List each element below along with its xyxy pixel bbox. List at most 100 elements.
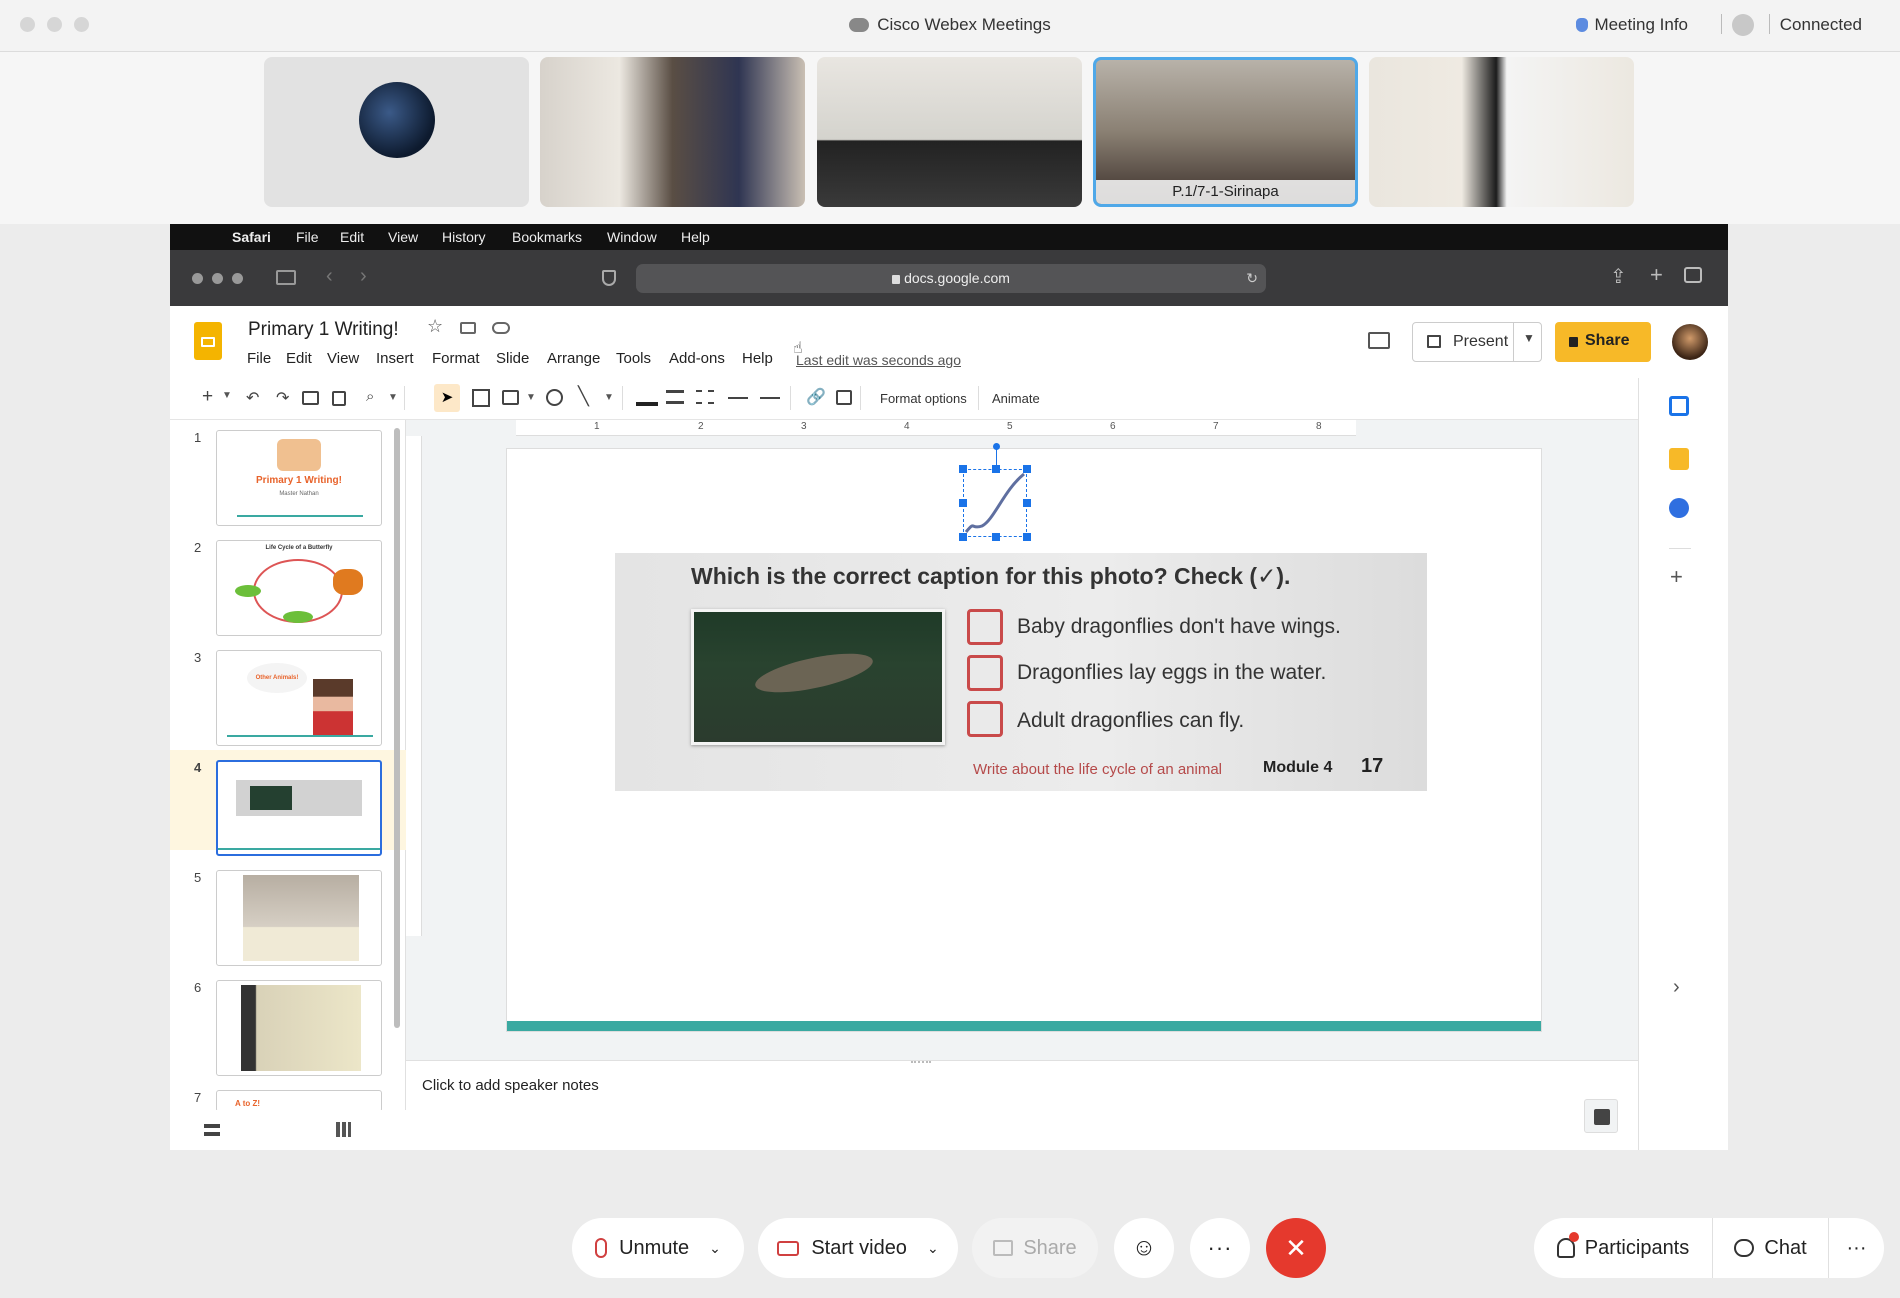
slides-menu-slide[interactable]: Slide [496, 350, 529, 367]
slides-menu-edit[interactable]: Edit [286, 350, 312, 367]
select-tool-icon[interactable]: ➤ [434, 384, 460, 412]
chevron-down-icon[interactable]: ⌄ [709, 1240, 721, 1257]
print-icon[interactable] [302, 391, 319, 405]
present-button[interactable]: Present ▼ [1412, 322, 1542, 362]
back-icon[interactable]: ‹ [326, 265, 333, 288]
slide-thumbnail[interactable] [216, 980, 382, 1076]
reload-icon[interactable]: ↻ [1246, 264, 1258, 293]
expand-panel-icon[interactable]: › [1673, 976, 1680, 999]
chevron-down-icon[interactable]: ⌄ [927, 1240, 939, 1257]
text-box-icon[interactable] [472, 389, 490, 407]
border-weight-icon[interactable] [666, 390, 684, 404]
more-options-button[interactable]: ··· [1190, 1218, 1250, 1278]
address-bar[interactable]: docs.google.com ↻ [636, 264, 1266, 293]
resize-handle[interactable] [1023, 499, 1031, 507]
present-dropdown-icon[interactable]: ▼ [1523, 331, 1535, 345]
menu-safari[interactable]: Safari [232, 229, 271, 245]
checkbox[interactable] [967, 701, 1003, 737]
resize-handle[interactable] [959, 465, 967, 473]
cloud-status-icon[interactable] [492, 322, 510, 334]
image-icon[interactable] [502, 390, 519, 405]
new-slide-icon[interactable]: + [202, 386, 213, 408]
account-avatar[interactable] [1672, 324, 1708, 360]
new-slide-dropdown-icon[interactable]: ▼ [222, 390, 232, 401]
menu-bookmarks[interactable]: Bookmarks [512, 229, 582, 245]
link-icon[interactable]: 🔗 [806, 387, 826, 407]
slide-thumbnail[interactable]: A to Z! [216, 1090, 382, 1112]
slide-thumbnail[interactable]: Primary 1 Writing! Master Nathan [216, 430, 382, 526]
connection-status-icon[interactable] [1732, 14, 1754, 36]
worksheet-image[interactable]: Which is the correct caption for this ph… [615, 553, 1427, 791]
share-icon[interactable]: ⇪ [1610, 264, 1627, 289]
menu-file[interactable]: File [296, 229, 319, 245]
privacy-shield-icon[interactable] [602, 270, 616, 286]
menu-edit[interactable]: Edit [340, 229, 364, 245]
forward-icon[interactable]: › [360, 265, 367, 288]
shape-icon[interactable] [546, 389, 563, 406]
filmstrip-view-icon[interactable] [204, 1124, 220, 1136]
undo-icon[interactable]: ↶ [246, 388, 259, 408]
menu-window[interactable]: Window [607, 229, 657, 245]
line-start-icon[interactable] [728, 397, 748, 399]
border-color-icon[interactable] [636, 388, 658, 406]
slide-thumbnail[interactable] [216, 870, 382, 966]
tab-overview-icon[interactable] [1684, 267, 1702, 283]
minimize-window-button[interactable] [212, 273, 223, 284]
slide-thumbnail-selected[interactable] [216, 760, 382, 856]
menu-view[interactable]: View [388, 229, 418, 245]
border-dash-icon[interactable] [696, 390, 714, 404]
comments-icon[interactable] [1368, 332, 1390, 349]
zoom-dropdown-icon[interactable]: ▼ [388, 392, 398, 403]
slides-menu-tools[interactable]: Tools [616, 350, 651, 367]
keep-icon[interactable] [1669, 448, 1689, 470]
participants-button[interactable]: Participants [1534, 1218, 1712, 1278]
participant-tile[interactable] [1369, 57, 1634, 207]
close-window-button[interactable] [192, 273, 203, 284]
last-edit-link[interactable]: Last edit was seconds ago [796, 352, 961, 368]
slides-menu-insert[interactable]: Insert [376, 350, 414, 367]
participant-tile-active[interactable]: P.1/7-1-Sirinapa [1093, 57, 1358, 207]
share-button[interactable]: Share [972, 1218, 1098, 1278]
menu-help[interactable]: Help [681, 229, 710, 245]
sidebar-icon[interactable] [276, 270, 296, 285]
unmute-button[interactable]: Unmute ⌄ [572, 1218, 744, 1278]
end-call-button[interactable]: ✕ [1266, 1218, 1326, 1278]
resize-handle[interactable] [1023, 465, 1031, 473]
meeting-info-button[interactable]: Meeting Info [1576, 15, 1688, 35]
calendar-icon[interactable] [1669, 396, 1689, 416]
slides-menu-addons[interactable]: Add-ons [669, 350, 725, 367]
participant-tile[interactable] [540, 57, 805, 207]
document-title[interactable]: Primary 1 Writing! [248, 319, 399, 341]
slides-menu-help[interactable]: Help [742, 350, 773, 367]
paint-format-icon[interactable] [332, 391, 346, 406]
checkbox[interactable] [967, 609, 1003, 645]
slides-menu-view[interactable]: View [327, 350, 359, 367]
participant-tile[interactable] [264, 57, 529, 207]
animate-button[interactable]: Animate [992, 391, 1040, 406]
zoom-icon[interactable]: ⌕ [366, 388, 374, 405]
slides-share-button[interactable]: Share [1555, 322, 1651, 362]
star-icon[interactable]: ☆ [427, 316, 443, 337]
image-dropdown-icon[interactable]: ▼ [526, 392, 536, 403]
notes-resize-handle[interactable] [911, 1061, 931, 1067]
slides-menu-format[interactable]: Format [432, 350, 480, 367]
participant-tile[interactable] [817, 57, 1082, 207]
move-folder-icon[interactable] [460, 322, 476, 334]
slides-menu-arrange[interactable]: Arrange [547, 350, 600, 367]
add-comment-icon[interactable] [836, 390, 852, 405]
explore-button[interactable] [1584, 1099, 1618, 1133]
line-end-icon[interactable] [760, 397, 780, 399]
slide-thumbnail[interactable]: Other Animals! [216, 650, 382, 746]
slide-thumbnail[interactable]: Life Cycle of a Butterfly [216, 540, 382, 636]
start-video-button[interactable]: Start video ⌄ [758, 1218, 958, 1278]
zoom-window-button[interactable] [232, 273, 243, 284]
resize-handle[interactable] [992, 465, 1000, 473]
menu-history[interactable]: History [442, 229, 486, 245]
tasks-icon[interactable] [1669, 498, 1689, 518]
resize-handle[interactable] [992, 533, 1000, 541]
filmstrip-scrollbar[interactable] [394, 428, 400, 1028]
checkbox[interactable] [967, 655, 1003, 691]
slides-menu-file[interactable]: File [247, 350, 271, 367]
resize-handle[interactable] [959, 499, 967, 507]
grid-view-icon[interactable] [336, 1122, 351, 1137]
